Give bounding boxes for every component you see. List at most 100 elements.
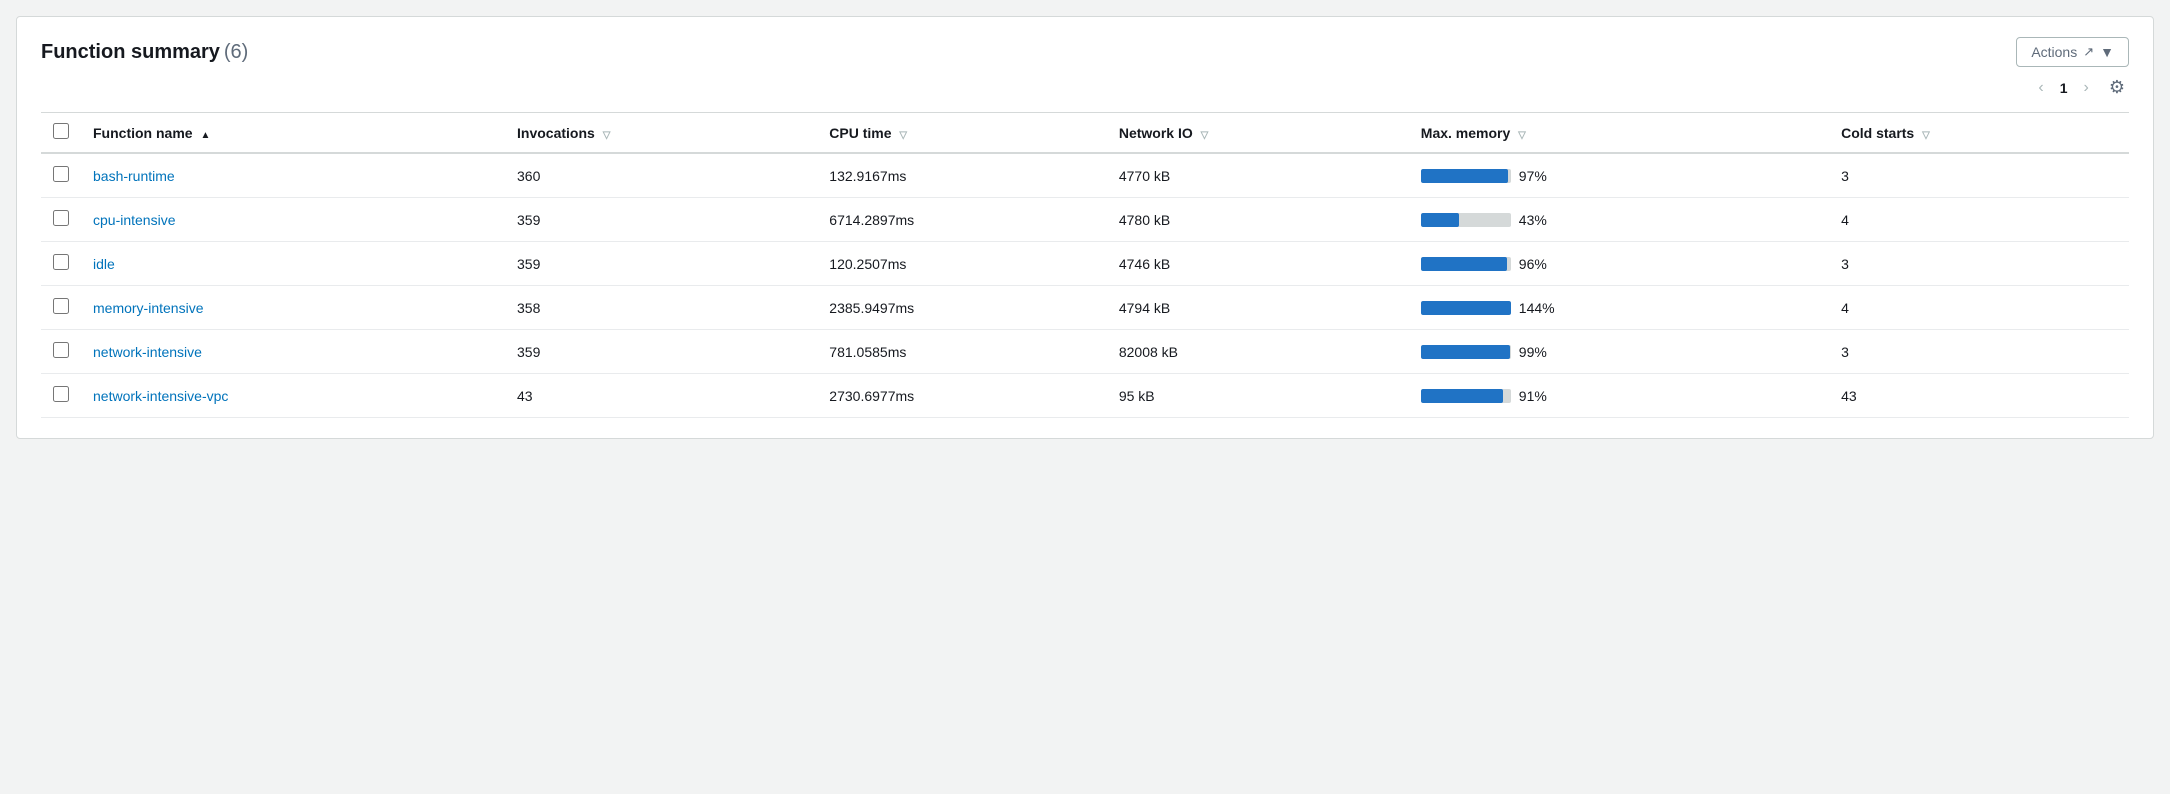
memory-cell-content: 144%	[1421, 300, 1817, 316]
sort-desc-icon-network: ▽	[1201, 130, 1209, 141]
function-name-link[interactable]: bash-runtime	[93, 168, 175, 184]
cell-network-io: 82008 kB	[1107, 330, 1409, 374]
sort-desc-icon: ▽	[603, 130, 611, 141]
memory-cell-content: 96%	[1421, 256, 1817, 272]
cell-function-name: network-intensive-vpc	[81, 374, 505, 418]
cell-cpu-time: 2730.6977ms	[817, 374, 1107, 418]
cell-max-memory: 96%	[1409, 242, 1829, 286]
function-name-link[interactable]: network-intensive-vpc	[93, 388, 228, 404]
cell-max-memory: 91%	[1409, 374, 1829, 418]
cell-max-memory: 99%	[1409, 330, 1829, 374]
select-all-checkbox[interactable]	[53, 123, 69, 139]
memory-bar-fill	[1421, 301, 1511, 315]
cell-invocations: 360	[505, 153, 817, 198]
memory-bar-fill	[1421, 169, 1508, 183]
function-summary-panel: Function summary (6) Actions ↗ ▼ ‹ 1 › ⚙…	[16, 16, 2154, 439]
memory-bar-bg	[1421, 345, 1511, 359]
cell-network-io: 4746 kB	[1107, 242, 1409, 286]
row-checkbox[interactable]	[53, 254, 69, 270]
table-body: bash-runtime360132.9167ms4770 kB97%3cpu-…	[41, 153, 2129, 418]
header-cpu-time[interactable]: CPU time ▽	[817, 113, 1107, 154]
cell-network-io: 4780 kB	[1107, 198, 1409, 242]
memory-bar-fill	[1421, 389, 1503, 403]
memory-pct-label: 97%	[1519, 168, 1555, 184]
table-row: idle359120.2507ms4746 kB96%3	[41, 242, 2129, 286]
memory-cell-content: 97%	[1421, 168, 1817, 184]
page-number: 1	[2060, 80, 2068, 96]
row-checkbox[interactable]	[53, 342, 69, 358]
table-row: bash-runtime360132.9167ms4770 kB97%3	[41, 153, 2129, 198]
sort-desc-icon-memory: ▽	[1518, 130, 1526, 141]
prev-page-button[interactable]: ‹	[2032, 77, 2049, 99]
function-name-link[interactable]: idle	[93, 256, 115, 272]
cell-cold-starts: 4	[1829, 198, 2129, 242]
title-count: (6)	[224, 41, 248, 63]
cell-cpu-time: 781.0585ms	[817, 330, 1107, 374]
external-link-icon: ↗	[2083, 44, 2094, 60]
row-checkbox-cell	[41, 330, 81, 374]
cell-cpu-time: 120.2507ms	[817, 242, 1107, 286]
memory-cell-content: 99%	[1421, 344, 1817, 360]
function-table: Function name ▲ Invocations ▽ CPU time ▽…	[41, 112, 2129, 418]
row-checkbox[interactable]	[53, 386, 69, 402]
cell-invocations: 358	[505, 286, 817, 330]
memory-bar-bg	[1421, 301, 1511, 315]
cell-cpu-time: 2385.9497ms	[817, 286, 1107, 330]
row-checkbox-cell	[41, 286, 81, 330]
settings-button[interactable]: ⚙	[2105, 75, 2129, 100]
cell-max-memory: 144%	[1409, 286, 1829, 330]
dropdown-icon: ▼	[2100, 44, 2114, 60]
cell-invocations: 43	[505, 374, 817, 418]
next-page-button[interactable]: ›	[2078, 77, 2095, 99]
table-header-row: Function name ▲ Invocations ▽ CPU time ▽…	[41, 113, 2129, 154]
actions-button[interactable]: Actions ↗ ▼	[2016, 37, 2129, 67]
row-checkbox[interactable]	[53, 166, 69, 182]
memory-cell-content: 43%	[1421, 212, 1817, 228]
cell-function-name: idle	[81, 242, 505, 286]
cell-function-name: network-intensive	[81, 330, 505, 374]
memory-pct-label: 144%	[1519, 300, 1555, 316]
cell-cpu-time: 132.9167ms	[817, 153, 1107, 198]
cell-network-io: 4794 kB	[1107, 286, 1409, 330]
function-name-link[interactable]: cpu-intensive	[93, 212, 176, 228]
memory-cell-content: 91%	[1421, 388, 1817, 404]
header-checkbox-col	[41, 113, 81, 154]
row-checkbox-cell	[41, 242, 81, 286]
table-row: network-intensive 359781.0585ms82008 kB 99…	[41, 330, 2129, 374]
memory-bar-bg	[1421, 257, 1511, 271]
row-checkbox[interactable]	[53, 210, 69, 226]
memory-pct-label: 43%	[1519, 212, 1555, 228]
function-name-link[interactable]: memory-intensive	[93, 300, 203, 316]
header-actions: Actions ↗ ▼	[2016, 37, 2129, 67]
cell-function-name: bash-runtime	[81, 153, 505, 198]
cell-max-memory: 43%	[1409, 198, 1829, 242]
panel-title: Function summary (6)	[41, 41, 248, 64]
memory-bar-fill	[1421, 213, 1460, 227]
memory-bar-bg	[1421, 169, 1511, 183]
table-row: cpu-intensive3596714.2897ms4780 kB43%4	[41, 198, 2129, 242]
memory-pct-label: 91%	[1519, 388, 1555, 404]
header-invocations[interactable]: Invocations ▽	[505, 113, 817, 154]
cell-invocations: 359	[505, 330, 817, 374]
memory-pct-label: 96%	[1519, 256, 1555, 272]
sort-desc-icon-cpu: ▽	[899, 130, 907, 141]
cell-cpu-time: 6714.2897ms	[817, 198, 1107, 242]
cell-cold-starts: 3	[1829, 330, 2129, 374]
row-checkbox[interactable]	[53, 298, 69, 314]
table-row: network-intensive-vpc 432730.6977ms95 kB 9…	[41, 374, 2129, 418]
header-max-memory[interactable]: Max. memory ▽	[1409, 113, 1829, 154]
table-row: memory-intensive 3582385.9497ms4794 kB 144…	[41, 286, 2129, 330]
actions-label: Actions	[2031, 44, 2077, 60]
cell-cold-starts: 4	[1829, 286, 2129, 330]
header-function-name[interactable]: Function name ▲	[81, 113, 505, 154]
cell-function-name: memory-intensive	[81, 286, 505, 330]
function-name-link[interactable]: network-intensive	[93, 344, 202, 360]
row-checkbox-cell	[41, 374, 81, 418]
sort-asc-icon: ▲	[200, 130, 210, 141]
header-network-io[interactable]: Network IO ▽	[1107, 113, 1409, 154]
cell-max-memory: 97%	[1409, 153, 1829, 198]
cell-network-io: 95 kB	[1107, 374, 1409, 418]
memory-bar-bg	[1421, 213, 1511, 227]
header-cold-starts[interactable]: Cold starts ▽	[1829, 113, 2129, 154]
memory-bar-fill	[1421, 257, 1507, 271]
